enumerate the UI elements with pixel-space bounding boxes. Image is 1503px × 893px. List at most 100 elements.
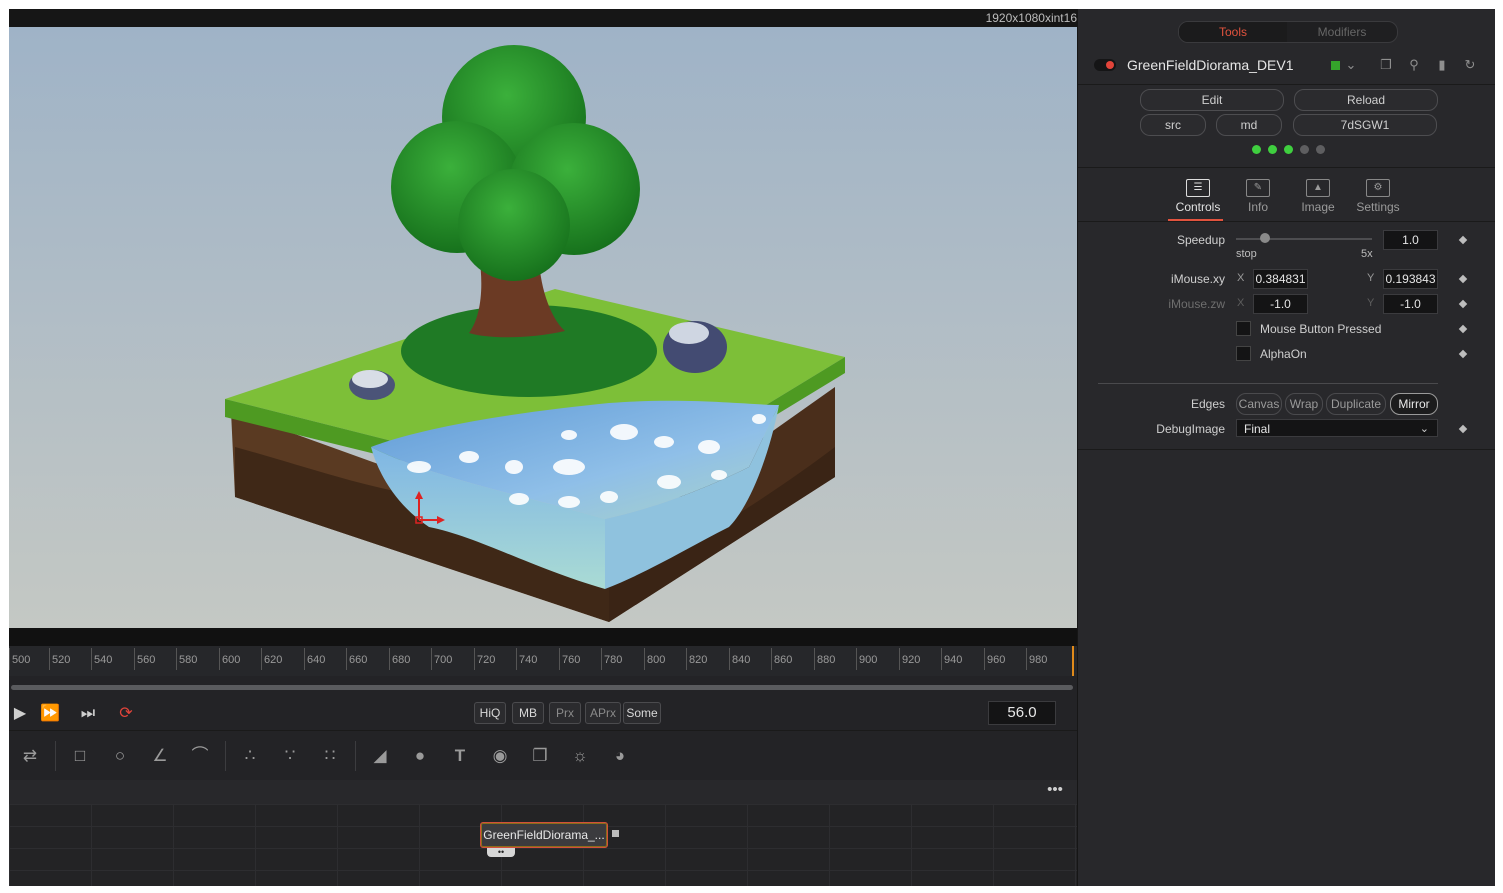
particle-force-icon[interactable]: ∵ bbox=[277, 743, 303, 769]
debug-image-select[interactable]: Final ⌄ bbox=[1236, 419, 1438, 437]
status-dot bbox=[1316, 145, 1325, 154]
edges-wrap-button[interactable]: Wrap bbox=[1285, 393, 1323, 415]
ruler-tick: 760 bbox=[559, 648, 580, 670]
loop-icon[interactable]: ⟳ bbox=[115, 704, 137, 724]
tool-enable-toggle[interactable] bbox=[1094, 59, 1116, 71]
ruler-tick: 520 bbox=[49, 648, 70, 670]
imouse-w-field[interactable]: -1.0 bbox=[1383, 294, 1438, 314]
md-button[interactable]: md bbox=[1216, 114, 1282, 136]
hash-button[interactable]: 7dSGW1 bbox=[1293, 114, 1437, 136]
imouse-y-field[interactable]: 0.193843 bbox=[1383, 269, 1438, 289]
fast-forward-icon[interactable]: ⏩ bbox=[39, 704, 61, 724]
ruler-tick: 900 bbox=[856, 648, 877, 670]
status-dot bbox=[1284, 145, 1293, 154]
ruler-tick: 720 bbox=[474, 648, 495, 670]
node-input-ports[interactable]: •• bbox=[487, 848, 515, 857]
divider bbox=[1078, 449, 1495, 450]
keyframe-icon[interactable] bbox=[1458, 235, 1468, 245]
tab-tools[interactable]: Tools bbox=[1179, 22, 1287, 42]
y-axis-label: Y bbox=[1367, 272, 1375, 284]
app-window: 1920x1080xint16 500 520 540 560 580 600 … bbox=[9, 9, 1495, 886]
tab-controls[interactable]: ☰ Controls bbox=[1168, 175, 1228, 221]
prx-button[interactable]: Prx bbox=[549, 702, 581, 724]
render-view[interactable] bbox=[9, 27, 1077, 628]
play-icon[interactable]: ▶ bbox=[9, 704, 31, 724]
renderer-3d-icon[interactable]: ◕ bbox=[607, 743, 633, 769]
x-axis-label: X bbox=[1237, 272, 1245, 284]
mouse-button-checkbox[interactable] bbox=[1236, 321, 1251, 336]
node-editor[interactable]: GreenFieldDiorama_... •• bbox=[9, 804, 1077, 886]
tool-color-swatch[interactable] bbox=[1331, 61, 1340, 70]
imouse-xy-label: iMouse.xy bbox=[1170, 272, 1225, 286]
polygon-mask-icon[interactable]: ∠ bbox=[147, 743, 173, 769]
time-ruler[interactable]: 500 520 540 560 580 600 620 640 660 680 … bbox=[9, 646, 1077, 677]
mouse-button-label: Mouse Button Pressed bbox=[1260, 322, 1382, 336]
keyframe-icon[interactable] bbox=[1458, 274, 1468, 284]
tab-info[interactable]: ✎ Info bbox=[1228, 175, 1288, 221]
ruler-tick: 620 bbox=[261, 648, 282, 670]
mb-button[interactable]: MB bbox=[512, 702, 544, 724]
src-button[interactable]: src bbox=[1140, 114, 1206, 136]
keyframe-icon[interactable] bbox=[1458, 324, 1468, 334]
node-output-port[interactable] bbox=[612, 830, 619, 837]
aprx-button[interactable]: APrx bbox=[585, 702, 621, 724]
particle-render-icon[interactable]: ∷ bbox=[317, 743, 343, 769]
speedup-slider-handle[interactable] bbox=[1260, 233, 1270, 243]
pin-icon[interactable]: ⚲ bbox=[1405, 56, 1423, 74]
tab-settings[interactable]: ⚙ Settings bbox=[1348, 175, 1408, 221]
reset-icon[interactable]: ↻ bbox=[1461, 56, 1479, 74]
speedup-slider-track[interactable] bbox=[1236, 238, 1372, 240]
lock-icon[interactable]: ▮ bbox=[1433, 56, 1451, 74]
shape-3d-icon[interactable]: ● bbox=[407, 743, 433, 769]
viewer-header: 1920x1080xint16 bbox=[9, 9, 1077, 27]
skip-to-end-icon[interactable]: ⏭ bbox=[77, 704, 99, 724]
divider bbox=[1078, 84, 1495, 85]
viewer-footer bbox=[9, 628, 1077, 646]
reload-button[interactable]: Reload bbox=[1294, 89, 1438, 111]
ruler-tick: 780 bbox=[601, 648, 622, 670]
keyframe-icon[interactable] bbox=[1458, 424, 1468, 434]
imouse-x-field[interactable]: 0.384831 bbox=[1253, 269, 1308, 289]
node-editor-header: ••• bbox=[9, 780, 1077, 805]
tab-modifiers[interactable]: Modifiers bbox=[1288, 22, 1396, 42]
status-dot bbox=[1252, 145, 1261, 154]
speedup-field[interactable]: 1.0 bbox=[1383, 230, 1438, 250]
some-button[interactable]: Some bbox=[623, 702, 661, 724]
playhead[interactable] bbox=[1072, 646, 1074, 676]
tool-node[interactable]: GreenFieldDiorama_... bbox=[480, 822, 608, 848]
alpha-on-checkbox[interactable] bbox=[1236, 346, 1251, 361]
tab-image[interactable]: ▲ Image bbox=[1288, 175, 1348, 221]
edges-duplicate-button[interactable]: Duplicate bbox=[1326, 393, 1386, 415]
merge-3d-icon[interactable]: ◉ bbox=[487, 743, 513, 769]
current-frame-field[interactable]: 56.0 bbox=[988, 701, 1056, 725]
y-axis-label: Y bbox=[1367, 297, 1375, 309]
versions-icon[interactable]: ❐ bbox=[1377, 56, 1395, 74]
keyframe-icon[interactable] bbox=[1458, 299, 1468, 309]
hiq-button[interactable]: HiQ bbox=[474, 702, 506, 724]
ruler-tick: 980 bbox=[1026, 648, 1047, 670]
chevron-down-icon: ⌄ bbox=[1419, 423, 1429, 435]
spotlight-icon[interactable]: ☼ bbox=[567, 743, 593, 769]
more-options-icon[interactable]: ••• bbox=[1041, 782, 1069, 802]
scrub-range[interactable] bbox=[11, 685, 1073, 690]
chevron-down-icon[interactable]: ⌄ bbox=[1342, 56, 1360, 74]
viewer[interactable]: 1920x1080xint16 bbox=[9, 9, 1077, 646]
text-3d-icon[interactable]: T bbox=[447, 743, 473, 769]
image-plane-3d-icon[interactable]: ◢ bbox=[367, 743, 393, 769]
merge-tool-icon[interactable]: ⇄ bbox=[17, 743, 43, 769]
ellipse-mask-icon[interactable]: ○ bbox=[107, 743, 133, 769]
camera-3d-icon[interactable]: ❐ bbox=[527, 743, 553, 769]
scrub-bar[interactable] bbox=[9, 676, 1077, 698]
edit-button[interactable]: Edit bbox=[1140, 89, 1284, 111]
keyframe-icon[interactable] bbox=[1458, 349, 1468, 359]
toolbar-divider bbox=[225, 741, 226, 771]
edges-mirror-button[interactable]: Mirror bbox=[1390, 393, 1438, 415]
tool-name[interactable]: GreenFieldDiorama_DEV1 bbox=[1127, 57, 1294, 73]
edges-canvas-button[interactable]: Canvas bbox=[1236, 393, 1282, 415]
imouse-z-field[interactable]: -1.0 bbox=[1253, 294, 1308, 314]
ruler-tick: 860 bbox=[771, 648, 792, 670]
bspline-mask-icon[interactable]: ⌒ bbox=[187, 743, 213, 769]
rectangle-mask-icon[interactable]: □ bbox=[67, 743, 93, 769]
particle-emitter-icon[interactable]: ∴ bbox=[237, 743, 263, 769]
ruler-tick: 680 bbox=[389, 648, 410, 670]
